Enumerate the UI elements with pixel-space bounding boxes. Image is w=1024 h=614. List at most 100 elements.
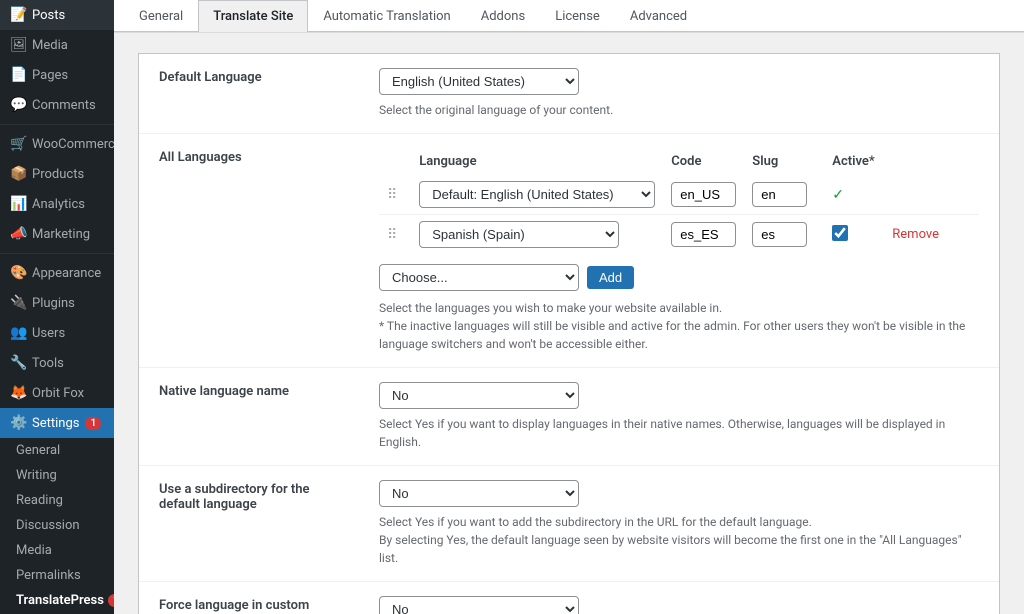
sidebar-item-plugins[interactable]: 🔌 Plugins <box>0 288 114 318</box>
woocommerce-icon: 🛒 <box>10 136 26 152</box>
languages-table: Language Code Slug Active* ⠿ <box>379 148 979 254</box>
submenu-media[interactable]: Media <box>0 538 114 563</box>
native-language-label: Native language name <box>139 368 359 466</box>
sidebar-label-settings: Settings <box>32 416 79 431</box>
default-language-select[interactable]: English (United States) <box>379 68 579 95</box>
sidebar-item-appearance[interactable]: 🎨 Appearance <box>0 258 114 288</box>
sidebar-item-analytics[interactable]: 📊 Analytics <box>0 189 114 219</box>
sidebar-item-pages[interactable]: 📄 Pages <box>0 60 114 90</box>
drag-handle-2: ⠿ <box>387 227 403 243</box>
lang-select-cell-1: Default: English (United States) <box>411 175 663 215</box>
lang-table-header: Language Code Slug Active* <box>379 148 979 175</box>
sidebar-item-media[interactable]: 🖼 Media <box>0 30 114 60</box>
analytics-icon: 📊 <box>10 196 26 212</box>
settings-panel: Default Language English (United States)… <box>138 53 1000 614</box>
slug-input-2[interactable] <box>752 222 807 247</box>
slug-input-1[interactable] <box>752 182 807 207</box>
language-select-1[interactable]: Default: English (United States) <box>419 181 655 208</box>
force-language-row: Force language in custom links No Yes Se… <box>139 582 999 614</box>
subdirectory-help: Select Yes if you want to add the subdir… <box>379 513 979 567</box>
subdirectory-field: No Yes Select Yes if you want to add the… <box>359 466 999 582</box>
marketing-icon: 📣 <box>10 226 26 242</box>
native-language-row: Native language name No Yes Select Yes i… <box>139 368 999 466</box>
sidebar-item-settings[interactable]: ⚙️ Settings 1 <box>0 408 114 438</box>
tab-translate-site[interactable]: Translate Site <box>198 0 308 32</box>
sidebar: 📝 Posts 🖼 Media 📄 Pages 💬 Comments 🛒 Woo… <box>0 0 114 614</box>
subdirectory-row: Use a subdirectory for the default langu… <box>139 466 999 582</box>
all-languages-label: All Languages <box>139 134 359 368</box>
slug-cell-1 <box>744 175 824 215</box>
page-header: General Translate Site Automatic Transla… <box>114 0 1024 33</box>
sidebar-label-appearance: Appearance <box>32 266 101 281</box>
language-select-2[interactable]: Spanish (Spain) <box>419 221 619 248</box>
default-language-help: Select the original language of your con… <box>379 101 979 119</box>
submenu-permalinks[interactable]: Permalinks <box>0 563 114 588</box>
active-checkmark-1: ✓ <box>832 187 844 203</box>
native-language-field: No Yes Select Yes if you want to display… <box>359 368 999 466</box>
sidebar-item-orbit-fox[interactable]: 🦊 Orbit Fox <box>0 378 114 408</box>
tab-advanced[interactable]: Advanced <box>615 0 702 32</box>
sidebar-item-marketing[interactable]: 📣 Marketing <box>0 219 114 249</box>
remove-cell-2: Remove <box>884 215 979 255</box>
sidebar-label-posts: Posts <box>32 8 65 23</box>
sidebar-item-comments[interactable]: 💬 Comments <box>0 90 114 120</box>
settings-table: Default Language English (United States)… <box>139 54 999 614</box>
force-language-select[interactable]: No Yes <box>379 596 579 614</box>
force-language-field: No Yes Select Yes if you want to force c… <box>359 582 999 614</box>
sidebar-item-posts[interactable]: 📝 Posts <box>0 0 114 30</box>
submenu-reading[interactable]: Reading <box>0 488 114 513</box>
comments-icon: 💬 <box>10 97 26 113</box>
sidebar-label-orbit-fox: Orbit Fox <box>32 386 84 401</box>
col-language: Language <box>411 148 663 175</box>
sidebar-label-media: Media <box>32 38 68 53</box>
add-language-button[interactable]: Add <box>587 266 634 289</box>
sidebar-item-users[interactable]: 👥 Users <box>0 318 114 348</box>
active-cell-1: ✓ <box>824 175 884 215</box>
submenu-writing[interactable]: Writing <box>0 463 114 488</box>
active-checkbox-2[interactable] <box>832 225 848 241</box>
choose-language-select[interactable]: Choose... <box>379 264 579 291</box>
col-active: Active* <box>824 148 884 175</box>
sidebar-item-tools[interactable]: 🔧 Tools <box>0 348 114 378</box>
all-languages-help1: Select the languages you wish to make yo… <box>379 299 979 353</box>
code-cell-1 <box>663 175 744 215</box>
all-languages-field: Language Code Slug Active* ⠿ <box>359 134 999 368</box>
col-slug: Slug <box>744 148 824 175</box>
products-icon: 📦 <box>10 166 26 182</box>
code-input-1[interactable] <box>671 182 736 207</box>
settings-icon: ⚙️ <box>10 415 26 431</box>
tab-bar: General Translate Site Automatic Transla… <box>114 0 1024 32</box>
sidebar-divider-2 <box>0 253 114 254</box>
code-cell-2 <box>663 215 744 255</box>
submenu-general[interactable]: General <box>0 438 114 463</box>
subdirectory-select[interactable]: No Yes <box>379 480 579 507</box>
subdirectory-label: Use a subdirectory for the default langu… <box>139 466 359 582</box>
submenu-translatepress[interactable]: TranslatePress 1 <box>0 588 114 613</box>
posts-icon: 📝 <box>10 7 26 23</box>
code-input-2[interactable] <box>671 222 736 247</box>
lang-select-cell-2: Spanish (Spain) <box>411 215 663 255</box>
tab-automatic-translation[interactable]: Automatic Translation <box>308 0 465 32</box>
tab-addons[interactable]: Addons <box>466 0 540 32</box>
submenu-discussion[interactable]: Discussion <box>0 513 114 538</box>
tab-general[interactable]: General <box>124 0 198 32</box>
main-content: General Translate Site Automatic Transla… <box>114 0 1024 614</box>
tools-icon: 🔧 <box>10 355 26 371</box>
sidebar-label-analytics: Analytics <box>32 197 85 212</box>
native-language-select[interactable]: No Yes <box>379 382 579 409</box>
remove-language-button[interactable]: Remove <box>892 227 939 242</box>
default-language-row: Default Language English (United States)… <box>139 54 999 134</box>
default-language-field: English (United States) Select the origi… <box>359 54 999 134</box>
sidebar-item-woocommerce[interactable]: 🛒 WooCommerce <box>0 129 114 159</box>
sidebar-label-plugins: Plugins <box>32 296 75 311</box>
col-code: Code <box>663 148 744 175</box>
slug-cell-2 <box>744 215 824 255</box>
table-row: ⠿ Default: English (United States) <box>379 175 979 215</box>
sidebar-item-products[interactable]: 📦 Products <box>0 159 114 189</box>
native-language-help: Select Yes if you want to display langua… <box>379 415 979 451</box>
force-language-label: Force language in custom links <box>139 582 359 614</box>
tab-license[interactable]: License <box>540 0 615 32</box>
sidebar-label-pages: Pages <box>32 68 68 83</box>
all-languages-row: All Languages Language Code Slug Active* <box>139 134 999 368</box>
appearance-icon: 🎨 <box>10 265 26 281</box>
